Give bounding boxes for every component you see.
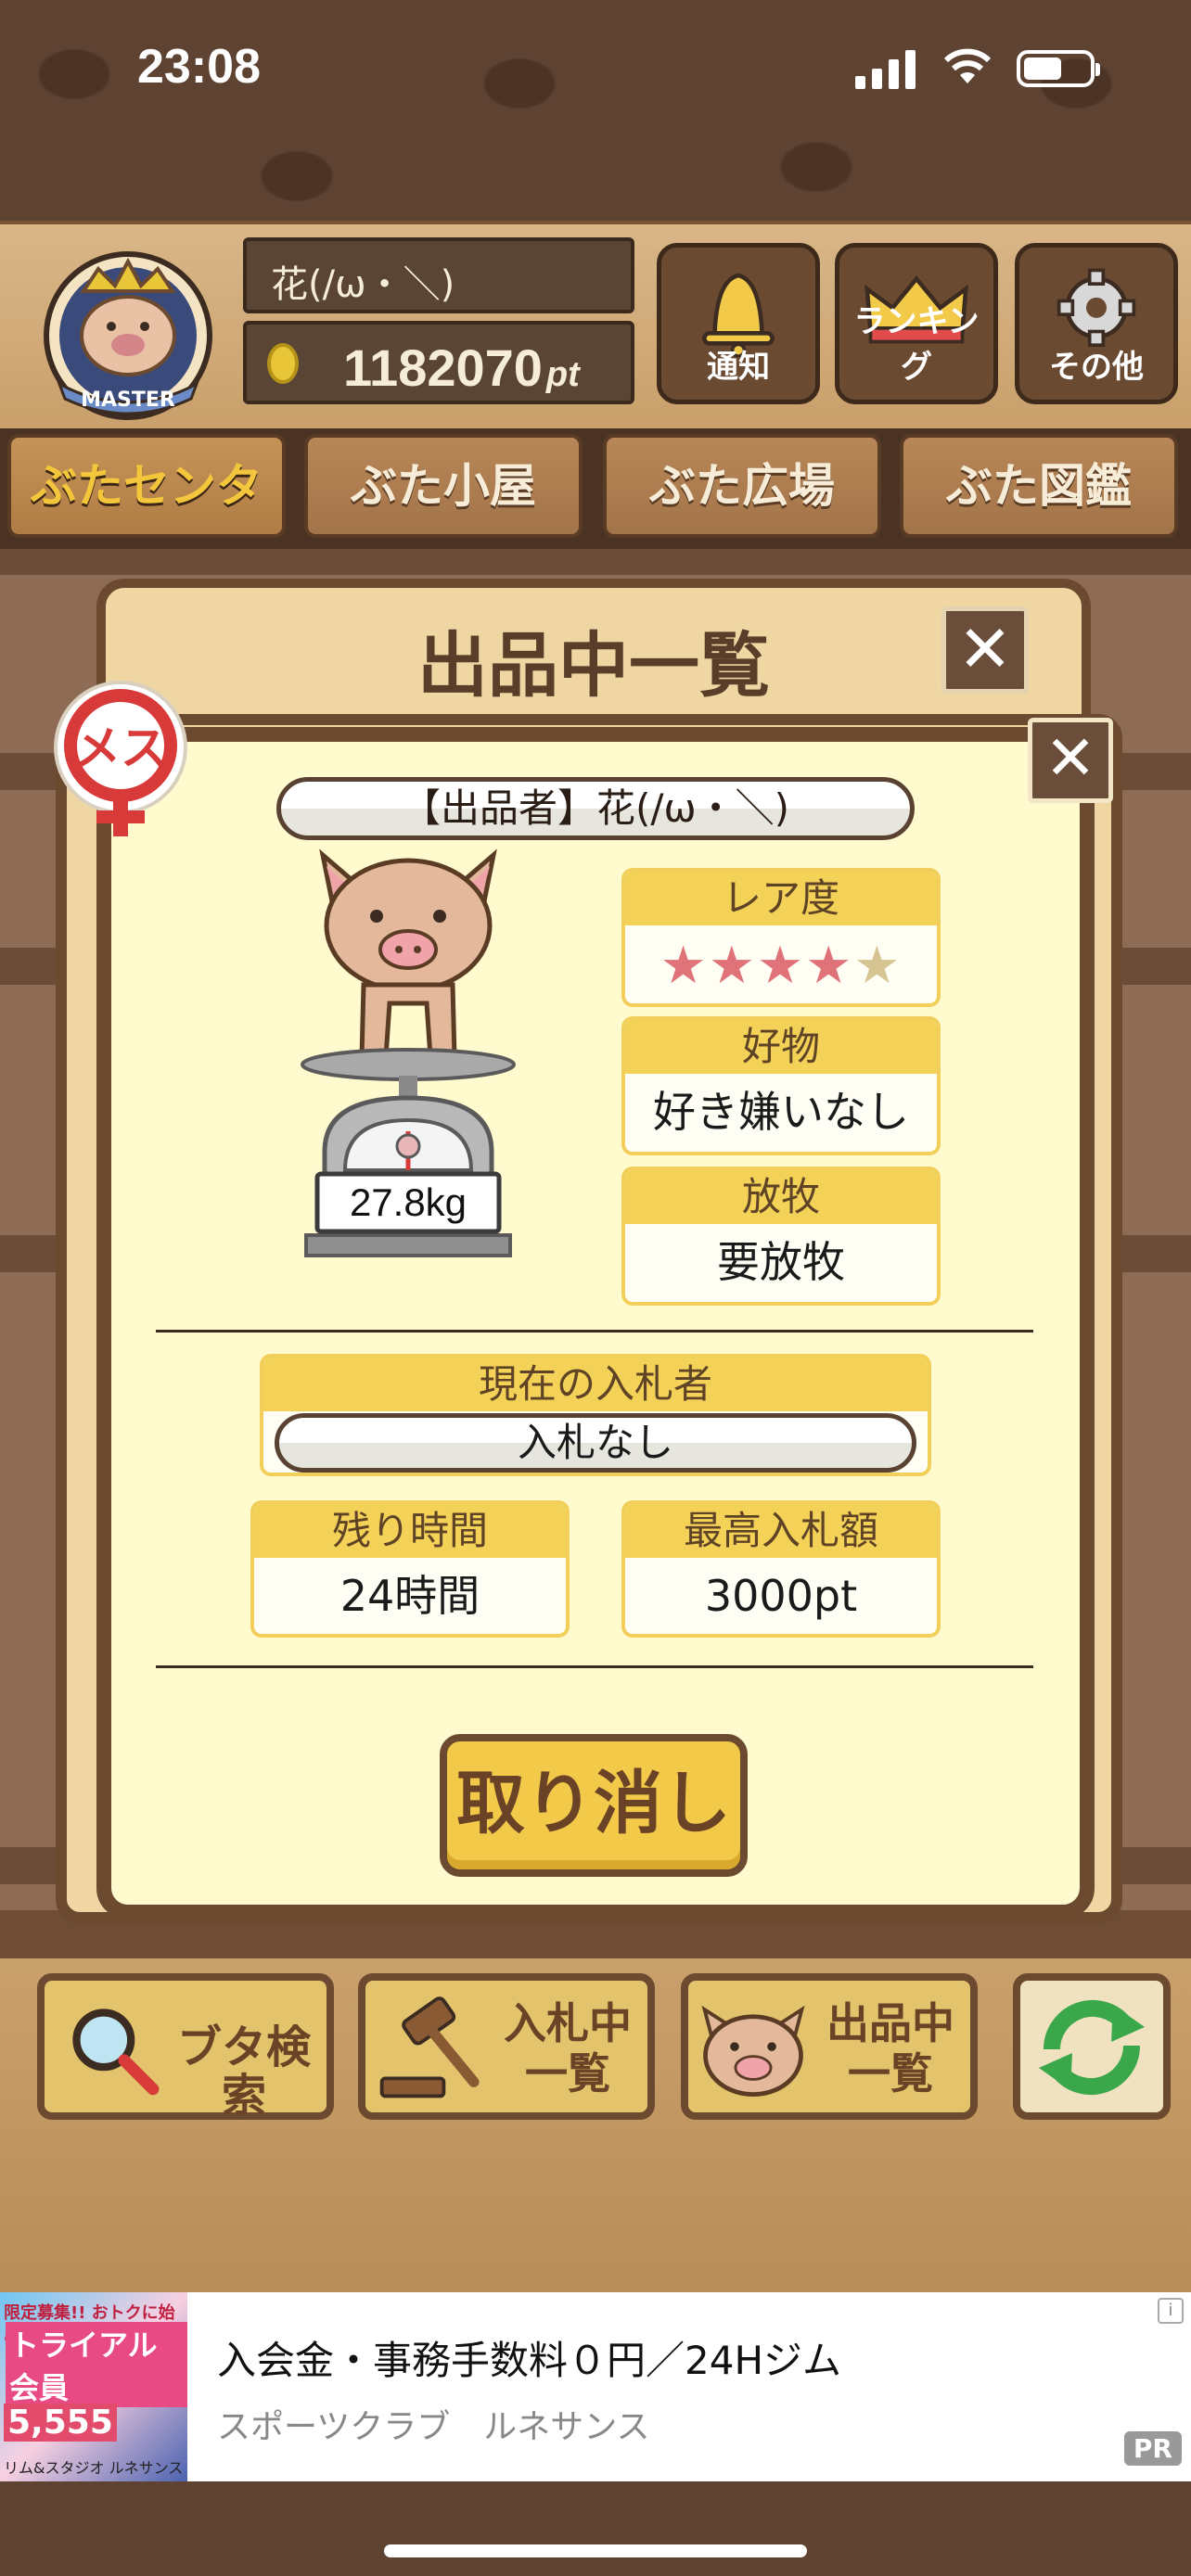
pig-search-button[interactable]: ブタ検索 bbox=[37, 1973, 334, 2120]
bidding-list-label-2: 一覧 bbox=[525, 2048, 610, 2098]
star-icon: ★ bbox=[708, 936, 757, 996]
ad-image-headline: トライアル会員 bbox=[6, 2322, 187, 2407]
tab-buta-encyclopedia[interactable]: ぶた図鑑 bbox=[900, 434, 1178, 538]
rarity-box: レア度 ★★★★★ bbox=[621, 868, 941, 1007]
highest-bid-value: 3000pt bbox=[704, 1571, 858, 1621]
category-tabs: ぶたセンター ぶた小屋 ぶた広場 ぶた図鑑 bbox=[0, 428, 1191, 609]
tab-buta-center[interactable]: ぶたセンター bbox=[7, 434, 286, 609]
notification-label: 通知 bbox=[707, 349, 770, 386]
points-display: 1182070 pt bbox=[343, 338, 580, 398]
ad-title[interactable]: 入会金・事務手数料０円／24Hジム bbox=[217, 2329, 841, 2386]
star-icon: ★ bbox=[805, 936, 854, 996]
bidding-list-button[interactable]: 入札中 一覧 bbox=[358, 1973, 655, 2120]
svg-text:メス: メス bbox=[74, 721, 167, 775]
signal-icon bbox=[855, 48, 920, 89]
status-time: 23:08 bbox=[137, 40, 261, 94]
points-box: 1182070 pt bbox=[243, 321, 634, 404]
notification-button[interactable]: 通知 bbox=[657, 243, 820, 404]
wifi-icon bbox=[943, 48, 992, 83]
divider bbox=[156, 1330, 1033, 1333]
pig-search-label: ブタ検索 bbox=[176, 2021, 311, 2122]
ad-image[interactable]: 限定募集!! おトクに始めるなら! トライアル会員 5,555 リム&スタジオ … bbox=[0, 2292, 187, 2499]
star-empty-icon: ★ bbox=[853, 936, 903, 996]
detail-close-button[interactable]: ✕ bbox=[1028, 718, 1113, 803]
refresh-button[interactable] bbox=[1013, 1973, 1171, 2120]
master-badge-icon[interactable]: MASTER bbox=[26, 236, 230, 421]
tab-buta-hut[interactable]: ぶた小屋 bbox=[304, 434, 583, 538]
star-icon: ★ bbox=[756, 936, 806, 996]
grazing-label: 放牧 bbox=[625, 1170, 937, 1224]
listing-list-label-1: 出品中 bbox=[826, 1998, 954, 2048]
listing-dialog-title: 出品中一覧 bbox=[417, 624, 770, 707]
remaining-time-box: 残り時間 24時間 bbox=[250, 1500, 570, 1638]
tab-buta-plaza[interactable]: ぶた広場 bbox=[603, 434, 881, 538]
battery-icon bbox=[1017, 50, 1100, 87]
points-unit: pt bbox=[545, 355, 580, 394]
remaining-time-value: 24時間 bbox=[339, 1571, 480, 1621]
highest-bid-box: 最高入札額 3000pt bbox=[621, 1500, 941, 1638]
star-icon: ★ bbox=[660, 936, 709, 996]
ranking-label: ランキング bbox=[853, 303, 980, 386]
ad-banner[interactable]: 限定募集!! おトクに始めるなら! トライアル会員 5,555 リム&スタジオ … bbox=[0, 2292, 1191, 2499]
bottom-background bbox=[0, 2481, 1191, 2576]
ranking-button[interactable]: ランキング bbox=[835, 243, 998, 404]
seller-name: 【出品者】花(/ω・＼) bbox=[276, 777, 915, 840]
user-name: 花(/ω・＼) bbox=[243, 237, 634, 313]
current-bidder-value: 入札なし bbox=[275, 1413, 916, 1473]
bidding-list-label-1: 入札中 bbox=[504, 1998, 632, 2048]
favorite-value: 好き嫌いなし bbox=[653, 1087, 909, 1137]
pig-face-icon bbox=[701, 2005, 805, 2098]
coin-icon bbox=[267, 343, 299, 384]
grazing-box: 放牧 要放牧 bbox=[621, 1167, 941, 1306]
ad-image-price: 5,555 bbox=[4, 2404, 117, 2442]
magnifier-icon bbox=[72, 2009, 160, 2096]
points-value: 1182070 bbox=[343, 338, 543, 397]
pig-weight: 27.8kg bbox=[349, 1180, 467, 1224]
ad-sponsor: スポーツクラブ ルネサンス bbox=[217, 2408, 650, 2446]
listing-dialog-close-button[interactable]: ✕ bbox=[941, 606, 1029, 694]
current-bidder-box: 現在の入札者 入札なし bbox=[260, 1354, 931, 1476]
rarity-stars: ★★★★★ bbox=[625, 925, 937, 994]
status-bar: 23:08 bbox=[0, 0, 1191, 139]
rarity-label: レア度 bbox=[625, 872, 937, 925]
cancel-button[interactable]: 取り消し bbox=[440, 1734, 748, 1877]
grazing-value: 要放牧 bbox=[717, 1237, 845, 1287]
svg-text:MASTER: MASTER bbox=[81, 389, 175, 412]
highest-bid-label: 最高入札額 bbox=[625, 1504, 937, 1558]
ad-info-icon[interactable]: i bbox=[1158, 2298, 1184, 2324]
favorite-box: 好物 好き嫌いなし bbox=[621, 1016, 941, 1155]
current-bidder-label: 現在の入札者 bbox=[263, 1358, 928, 1411]
listing-list-label-2: 一覧 bbox=[848, 2048, 933, 2098]
other-button[interactable]: その他 bbox=[1015, 243, 1178, 404]
divider bbox=[156, 1665, 1033, 1668]
other-label: その他 bbox=[1049, 349, 1144, 386]
favorite-label: 好物 bbox=[625, 1020, 937, 1074]
ad-pr-badge: PR bbox=[1123, 2431, 1182, 2466]
refresh-icon bbox=[1039, 1999, 1145, 2096]
female-icon: メス bbox=[54, 681, 187, 836]
gavel-icon bbox=[379, 1996, 480, 2098]
home-indicator[interactable] bbox=[384, 2544, 807, 2557]
listing-list-button[interactable]: 出品中 一覧 bbox=[681, 1973, 978, 2120]
remaining-time-label: 残り時間 bbox=[254, 1504, 566, 1558]
